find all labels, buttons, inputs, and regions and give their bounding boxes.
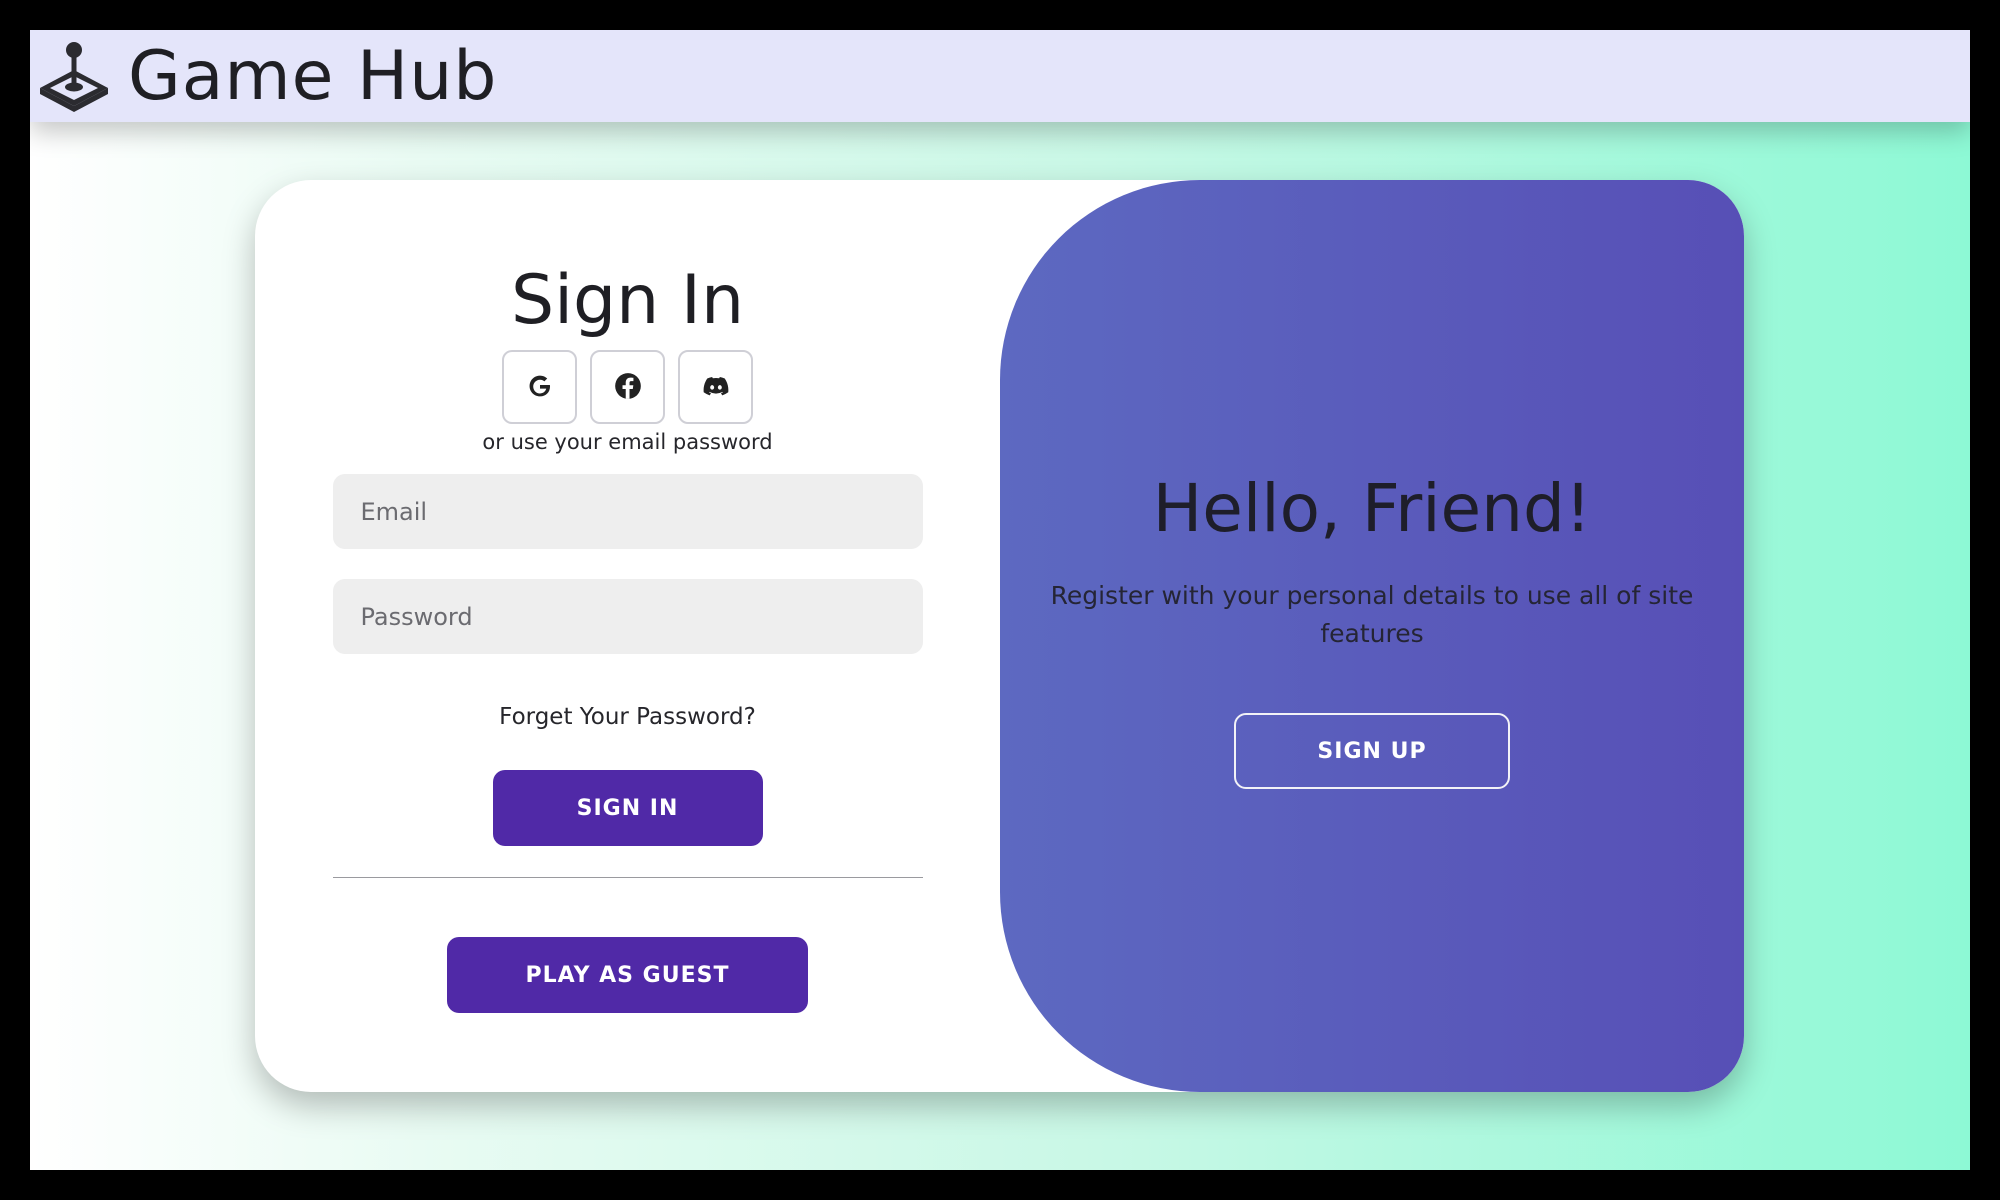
google-icon [526, 372, 554, 403]
welcome-heading: Hello, Friend! [1152, 470, 1592, 547]
sign-in-button[interactable]: SIGN IN [492, 770, 763, 846]
section-divider [332, 877, 923, 878]
sign-up-button[interactable]: SIGN UP [1234, 713, 1510, 789]
page-viewport: Game Hub Sign In or use your email passw… [30, 30, 1970, 1170]
discord-login-button[interactable] [678, 350, 753, 424]
facebook-login-button[interactable] [590, 350, 665, 424]
discord-icon [702, 372, 730, 403]
google-login-button[interactable] [502, 350, 577, 424]
welcome-panel: Hello, Friend! Register with your person… [1000, 180, 1744, 1092]
top-navbar: Game Hub [30, 30, 1970, 122]
facebook-icon [614, 372, 642, 403]
auth-card: Sign In or use your email password Email… [255, 180, 1744, 1092]
forgot-password-link[interactable]: Forget Your Password? [499, 704, 756, 730]
welcome-text: Register with your personal details to u… [1050, 581, 1694, 648]
play-as-guest-button[interactable]: PLAY AS GUEST [447, 937, 808, 1013]
app-title[interactable]: Game Hub [128, 37, 497, 116]
email-field[interactable] [332, 474, 923, 549]
signin-heading: Sign In [510, 261, 745, 340]
joystick-icon[interactable] [36, 38, 112, 114]
social-login-group [502, 350, 753, 424]
alt-login-text: or use your email password [482, 430, 773, 454]
signin-panel: Sign In or use your email password Email… [255, 180, 1000, 1092]
password-field[interactable] [332, 579, 923, 654]
